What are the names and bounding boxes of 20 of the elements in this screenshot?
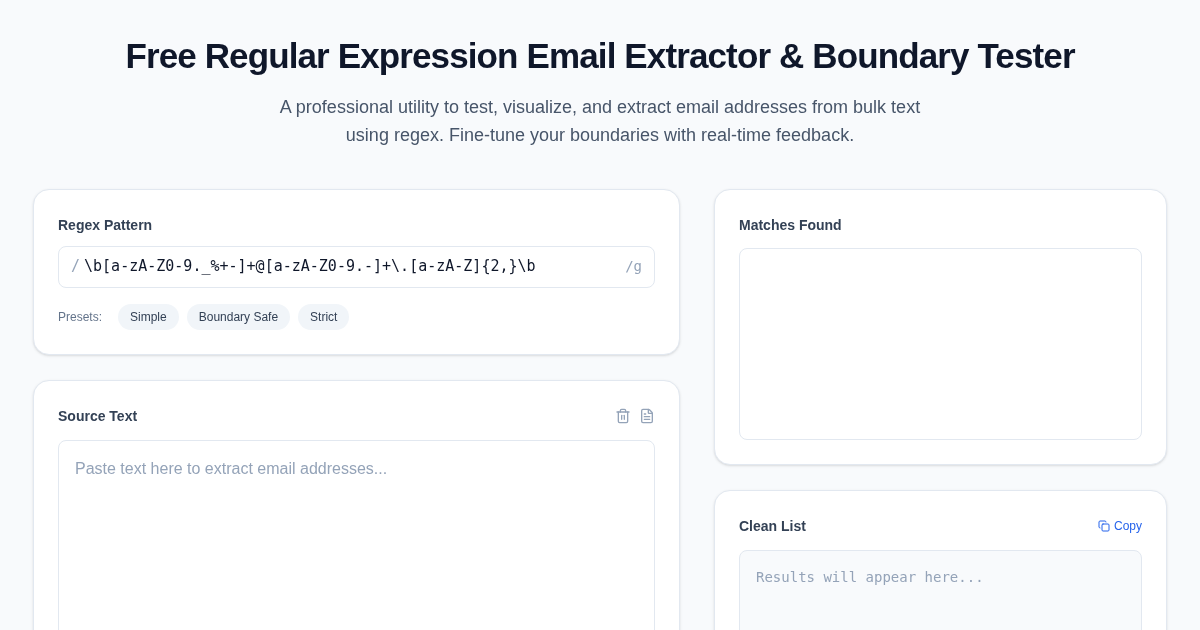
copy-button[interactable]: Copy	[1098, 517, 1142, 535]
field-label: Regex Pattern	[58, 215, 154, 235]
regex-input-field[interactable]: / \b[a-zA-Z0-9._%+-]+@[a-zA-Z0-9.-]+\.[a-zA-Z]{2,}\b /g	[58, 245, 655, 288]
field-label: Clean List	[739, 516, 806, 536]
regex-value: \b[a-zA-Z0-9._%+-]+@[a-zA-Z0-9.-]+\.[a-zA-Z]{2,}\b	[84, 256, 537, 278]
slash-delimiter: /	[71, 256, 81, 278]
document-icon[interactable]	[639, 408, 655, 424]
trash-icon[interactable]	[615, 408, 631, 424]
clean-list-field[interactable]: Results will appear here...	[739, 549, 1142, 630]
page-subtitle: A professional utility to test, visualize, and extract email addresses from bulk text using regex. Fine-tune your boundaries with real-time feedback.	[278, 95, 922, 147]
preset-chip[interactable]: Simple	[118, 303, 179, 330]
preset-chip[interactable]: Strict	[298, 303, 350, 330]
source-text-field[interactable]: Paste text here to extract email addresses...	[58, 439, 655, 630]
preset-chip[interactable]: Boundary Safe	[186, 303, 291, 330]
presets-label: Presets:	[58, 308, 102, 326]
regex-flags: /g	[625, 257, 642, 276]
page-title: Free Regular Expression Email Extractor & Boundary Tester	[125, 35, 1075, 77]
field-label: Matches Found	[739, 215, 843, 235]
field-label: Source Text	[58, 406, 138, 426]
copy-icon	[1098, 520, 1110, 532]
